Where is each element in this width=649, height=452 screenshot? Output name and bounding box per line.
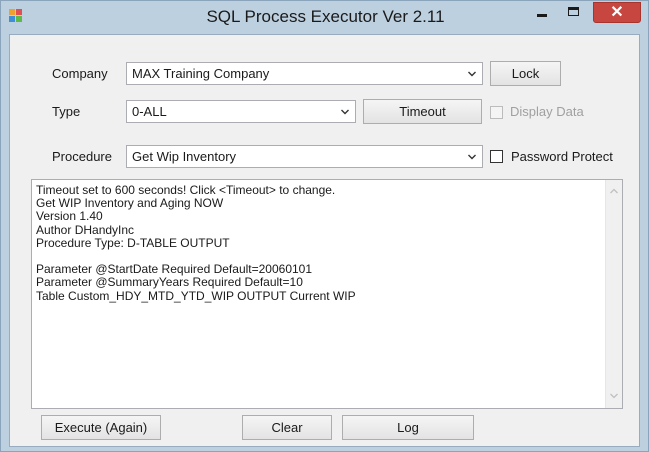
output-line: Author DHandyInc [36, 222, 135, 237]
vertical-scrollbar[interactable] [605, 180, 622, 408]
output-line: Procedure Type: D-TABLE OUTPUT [36, 235, 230, 250]
close-button[interactable]: ✕ [593, 2, 641, 23]
maximize-button[interactable] [558, 2, 590, 23]
output-textarea[interactable]: Timeout set to 600 seconds! Click <Timeo… [31, 179, 623, 409]
output-text: Timeout set to 600 seconds! Click <Timeo… [36, 183, 596, 303]
clear-button[interactable]: Clear [242, 415, 332, 440]
chevron-down-icon [341, 109, 349, 115]
procedure-select-value: Get Wip Inventory [132, 149, 237, 164]
log-button[interactable]: Log [342, 415, 474, 440]
maximize-icon [568, 7, 579, 16]
type-select[interactable]: 0-ALL [126, 100, 356, 123]
output-line: Parameter @SummaryYears Required Default… [36, 275, 303, 290]
chevron-down-icon [468, 154, 476, 160]
company-select[interactable]: MAX Training Company [126, 62, 483, 85]
password-protect-label: Password Protect [511, 149, 613, 164]
lock-button[interactable]: Lock [490, 61, 561, 86]
display-data-checkbox[interactable] [490, 106, 503, 119]
procedure-label: Procedure [52, 149, 112, 164]
output-line: Table Custom_HDY_MTD_YTD_WIP OUTPUT Curr… [36, 288, 356, 303]
minimize-icon [537, 14, 547, 17]
app-icon[interactable] [9, 9, 23, 23]
timeout-button[interactable]: Timeout [363, 99, 482, 124]
title-bar[interactable]: SQL Process Executor Ver 2.11 ✕ [1, 1, 648, 33]
close-icon: ✕ [610, 4, 624, 21]
output-line: Version 1.40 [36, 209, 103, 224]
procedure-select[interactable]: Get Wip Inventory [126, 145, 483, 168]
minimize-button[interactable] [526, 2, 558, 23]
company-label: Company [52, 66, 108, 81]
type-select-value: 0-ALL [132, 104, 167, 119]
app-window: SQL Process Executor Ver 2.11 ✕ Company … [0, 0, 649, 452]
password-protect-checkbox[interactable] [490, 150, 503, 163]
output-line: Get WIP Inventory and Aging NOW [36, 196, 224, 211]
execute-button[interactable]: Execute (Again) [41, 415, 161, 440]
display-data-label: Display Data [510, 104, 584, 119]
company-select-value: MAX Training Company [132, 66, 270, 81]
scroll-down-icon[interactable] [610, 393, 618, 399]
chevron-down-icon [468, 71, 476, 77]
type-label: Type [52, 104, 81, 119]
scroll-up-icon[interactable] [610, 188, 618, 194]
